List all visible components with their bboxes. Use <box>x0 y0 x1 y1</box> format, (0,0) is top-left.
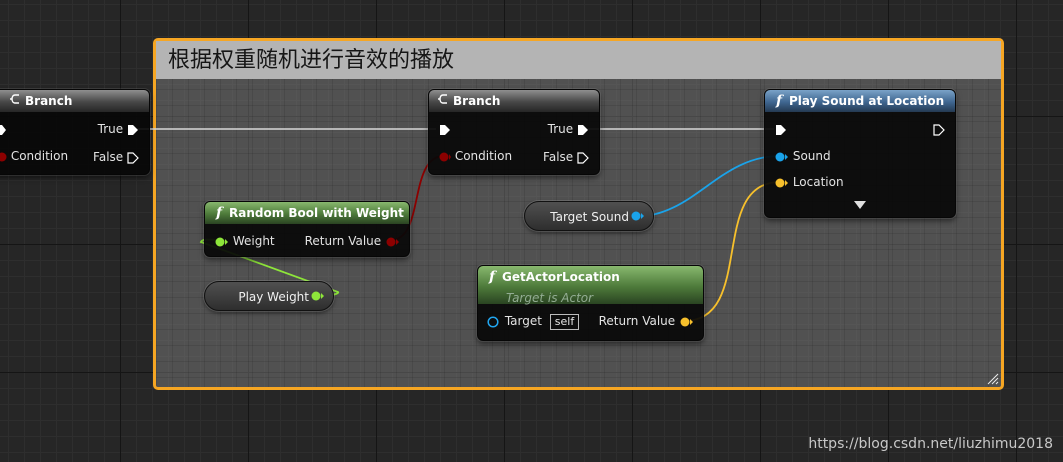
location-label: Location <box>792 175 844 189</box>
get-actor-location-target-pin[interactable]: Target self <box>487 312 580 330</box>
branch-node-main-header[interactable]: Branch <box>429 90 599 112</box>
exec-pin-icon[interactable] <box>127 151 139 164</box>
true-label: True <box>547 122 574 136</box>
condition-label: Condition <box>10 149 69 163</box>
weight-label: Weight <box>232 234 275 248</box>
expand-arrow-icon[interactable] <box>854 201 866 209</box>
play-sound-header[interactable]: f Play Sound at Location <box>765 90 955 112</box>
get-actor-location-return-pin[interactable]: Return Value <box>599 312 693 330</box>
branch-node-main-title: Branch <box>453 94 501 108</box>
get-actor-location-subtitle: Target is Actor <box>506 291 594 305</box>
branch-node-left-header[interactable]: Branch <box>0 90 149 112</box>
random-bool-return-pin[interactable]: Return Value <box>305 232 399 250</box>
resize-grip-icon[interactable] <box>985 371 999 385</box>
random-bool-title: Random Bool with Weight <box>229 206 404 220</box>
random-bool-header[interactable]: f Random Bool with Weight <box>205 202 409 224</box>
exec-pin-icon[interactable] <box>127 124 139 136</box>
target-sound-variable[interactable]: Target Sound <box>524 201 654 231</box>
return-value-label: Return Value <box>304 234 382 248</box>
watermark: https://blog.csdn.net/liuzhimu2018 <box>808 436 1053 452</box>
branch-node-left[interactable]: Branch True Condition False <box>0 89 150 175</box>
play-weight-label: Play Weight <box>238 290 309 304</box>
false-label: False <box>543 150 574 164</box>
bool-pin-icon[interactable] <box>385 237 399 247</box>
play-sound-location-pin[interactable]: Location <box>775 173 844 191</box>
branch-node-main[interactable]: Branch True Condition False <box>428 89 600 175</box>
exec-pin-icon[interactable] <box>0 124 7 136</box>
exec-pin-icon[interactable] <box>577 124 589 136</box>
float-pin-icon[interactable] <box>215 237 229 247</box>
self-default-box[interactable]: self <box>549 313 580 330</box>
function-icon: f <box>488 269 496 285</box>
exec-pin-icon[interactable] <box>775 124 787 136</box>
play-sound-node[interactable]: f Play Sound at Location Sound Location <box>764 89 956 218</box>
play-sound-exec-out[interactable] <box>933 120 945 138</box>
branch-left-true-pin[interactable]: True <box>98 120 139 138</box>
get-actor-location-header[interactable]: f GetActorLocation Target is Actor <box>478 266 703 305</box>
get-actor-location-title: GetActorLocation <box>502 270 620 284</box>
branch-node-left-title: Branch <box>25 94 73 108</box>
float-pin-icon[interactable] <box>311 291 325 301</box>
branch-left-false-pin[interactable]: False <box>93 148 139 166</box>
branch-left-condition-pin[interactable]: Condition <box>0 147 68 165</box>
play-sound-title: Play Sound at Location <box>789 94 945 108</box>
play-sound-sound-pin[interactable]: Sound <box>775 147 831 165</box>
sound-label: Sound <box>792 149 831 163</box>
play-weight-variable[interactable]: Play Weight <box>204 281 334 311</box>
comment-title[interactable]: 根据权重随机进行音效的播放 <box>156 41 1001 79</box>
random-bool-weight-pin[interactable]: Weight <box>215 232 275 250</box>
bool-pin-icon[interactable] <box>439 152 451 162</box>
object-pin-icon[interactable] <box>631 211 645 221</box>
vector-pin-icon[interactable] <box>679 317 693 327</box>
branch-main-condition-pin[interactable]: Condition <box>439 147 512 165</box>
vector-pin-icon[interactable] <box>775 178 789 188</box>
object-pin-icon[interactable] <box>487 315 501 328</box>
branch-left-exec-in[interactable] <box>0 120 7 138</box>
return-value-label: Return Value <box>598 314 676 328</box>
object-pin-icon[interactable] <box>775 152 789 162</box>
exec-pin-icon[interactable] <box>577 151 589 164</box>
true-label: True <box>97 122 124 136</box>
target-sound-label: Target Sound <box>550 210 629 224</box>
branch-icon <box>7 90 23 112</box>
exec-pin-icon[interactable] <box>933 123 945 136</box>
function-icon: f <box>215 205 223 221</box>
play-sound-exec-in[interactable] <box>775 120 787 138</box>
branch-icon <box>435 90 451 112</box>
bool-pin-icon[interactable] <box>0 152 7 162</box>
get-actor-location-node[interactable]: f GetActorLocation Target is Actor Target… <box>477 265 704 341</box>
false-label: False <box>93 150 124 164</box>
exec-pin-icon[interactable] <box>439 124 451 136</box>
condition-label: Condition <box>454 149 513 163</box>
branch-main-true-pin[interactable]: True <box>548 120 589 138</box>
function-icon: f <box>775 93 783 109</box>
random-bool-node[interactable]: f Random Bool with Weight Weight Return V… <box>204 201 410 257</box>
target-label: Target <box>504 314 542 328</box>
branch-main-false-pin[interactable]: False <box>543 148 589 166</box>
branch-main-exec-in[interactable] <box>439 120 451 138</box>
